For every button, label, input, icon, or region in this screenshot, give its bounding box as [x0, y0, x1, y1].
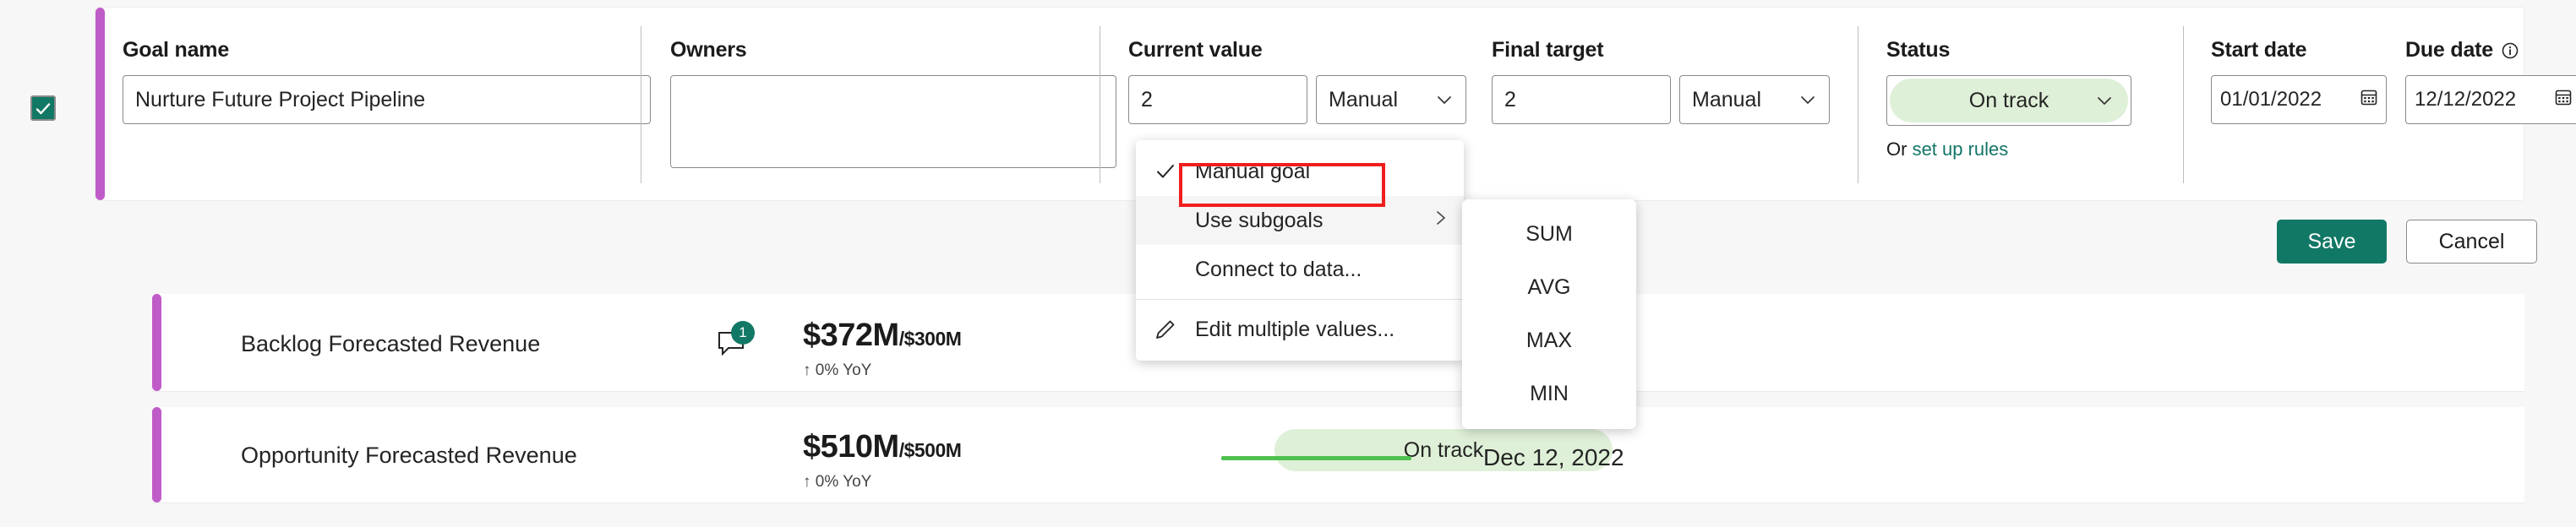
menu-item-edit-multiple-values[interactable]: Edit multiple values...	[1136, 305, 1464, 354]
field-due-date: Due date 12/12/2022	[2405, 8, 2576, 200]
status-text: On track	[1968, 88, 2049, 112]
submenu-item-avg[interactable]: AVG	[1462, 261, 1636, 314]
field-owners: Owners	[670, 8, 1143, 200]
checkmark-icon	[35, 103, 51, 115]
submenu-item-max[interactable]: MAX	[1462, 314, 1636, 367]
comment-icon[interactable]: 1	[714, 321, 755, 361]
set-up-rules-link[interactable]: set up rules	[1913, 139, 2009, 160]
current-value-mode-dropdown[interactable]: Manual	[1316, 75, 1466, 124]
row-accent-bar	[152, 294, 161, 391]
status-dropdown[interactable]: On track	[1886, 75, 2131, 126]
calendar-icon[interactable]	[2553, 87, 2573, 113]
due-date-text: Dec 12, 2022	[1483, 444, 1624, 470]
status-badge: On track	[1890, 79, 2128, 122]
menu-item-edit-multiple-values-label: Edit multiple values...	[1195, 317, 1395, 341]
chevron-down-icon	[1798, 90, 1817, 109]
chevron-right-icon	[1433, 209, 1449, 232]
subgoals-aggregation-submenu: SUM AVG MAX MIN	[1462, 199, 1636, 429]
field-start-date: Start date 01/01/2022	[2211, 8, 2405, 200]
start-date-value: 01/01/2022	[2220, 88, 2322, 111]
metric-current: $510M	[803, 429, 899, 465]
metric-yoy: ↑ 0% YoY	[803, 361, 872, 379]
set-up-rules-row: Or set up rules	[1886, 139, 2008, 160]
row-select-checkbox[interactable]	[30, 95, 56, 121]
row-accent-bar	[152, 407, 161, 503]
metric-target: /$300M	[898, 328, 962, 350]
owners-label: Owners	[670, 38, 747, 62]
metric-yoy: ↑ 0% YoY	[803, 473, 872, 491]
chevron-down-icon	[2094, 90, 2115, 111]
final-target-label: Final target	[1492, 38, 1604, 62]
table-row[interactable]: Opportunity Forecasted Revenue On track …	[152, 407, 2524, 503]
sparkline	[1221, 456, 1411, 460]
final-target-input[interactable]: 2	[1492, 75, 1671, 124]
due-date-value: 12/12/2022	[2415, 88, 2517, 111]
set-up-rules-prefix: Or	[1886, 139, 1913, 160]
submenu-item-min[interactable]: MIN	[1462, 367, 1636, 421]
cancel-button[interactable]: Cancel	[2406, 220, 2537, 264]
info-icon[interactable]	[2500, 41, 2520, 61]
due-date-label-row: Due date	[2405, 38, 2520, 62]
calendar-icon[interactable]	[2359, 87, 2379, 113]
goal-name-input[interactable]: Nurture Future Project Pipeline	[123, 75, 651, 124]
owners-input[interactable]	[670, 75, 1116, 168]
field-goal-name: Goal name Nurture Future Project Pipelin…	[123, 8, 706, 200]
current-value-input[interactable]: 2	[1128, 75, 1307, 124]
menu-item-use-subgoals-label: Use subgoals	[1195, 208, 1323, 232]
goal-title[interactable]: Opportunity Forecasted Revenue	[241, 443, 577, 469]
goal-title[interactable]: Backlog Forecasted Revenue	[241, 331, 540, 357]
start-date-input[interactable]: 01/01/2022	[2211, 75, 2387, 124]
metric-value: $372M/$300M	[803, 318, 962, 354]
due-date-label: Due date	[2405, 38, 2493, 62]
current-value-mode-text: Manual	[1329, 87, 1398, 111]
comment-count-badge: 1	[731, 321, 755, 345]
menu-item-connect-to-data-label: Connect to data...	[1195, 257, 1362, 281]
due-date-input[interactable]: 12/12/2022	[2405, 75, 2576, 124]
chevron-down-icon	[1435, 90, 1454, 109]
save-button[interactable]: Save	[2277, 220, 2387, 264]
final-target-mode-text: Manual	[1692, 87, 1761, 111]
metric-target: /$500M	[898, 439, 962, 461]
divider-4	[2183, 26, 2184, 183]
metric-value: $510M/$500M	[803, 429, 962, 465]
metric-current: $372M	[803, 318, 899, 353]
goal-name-label: Goal name	[123, 38, 230, 62]
status-label: Status	[1886, 38, 1951, 62]
menu-item-connect-to-data[interactable]: Connect to data...	[1136, 245, 1464, 294]
submenu-item-sum[interactable]: SUM	[1462, 208, 1636, 261]
field-final-target: Final target 2 Manual	[1492, 8, 1864, 200]
pencil-icon	[1136, 318, 1195, 341]
start-date-label: Start date	[2211, 38, 2307, 62]
current-value-label: Current value	[1128, 38, 1263, 62]
final-target-mode-dropdown[interactable]: Manual	[1679, 75, 1830, 124]
highlight-annotation-box	[1179, 163, 1385, 207]
goal-accent-bar	[96, 8, 105, 200]
menu-separator	[1136, 299, 1464, 300]
field-status: Status On track Or set up rules	[1886, 8, 2174, 200]
